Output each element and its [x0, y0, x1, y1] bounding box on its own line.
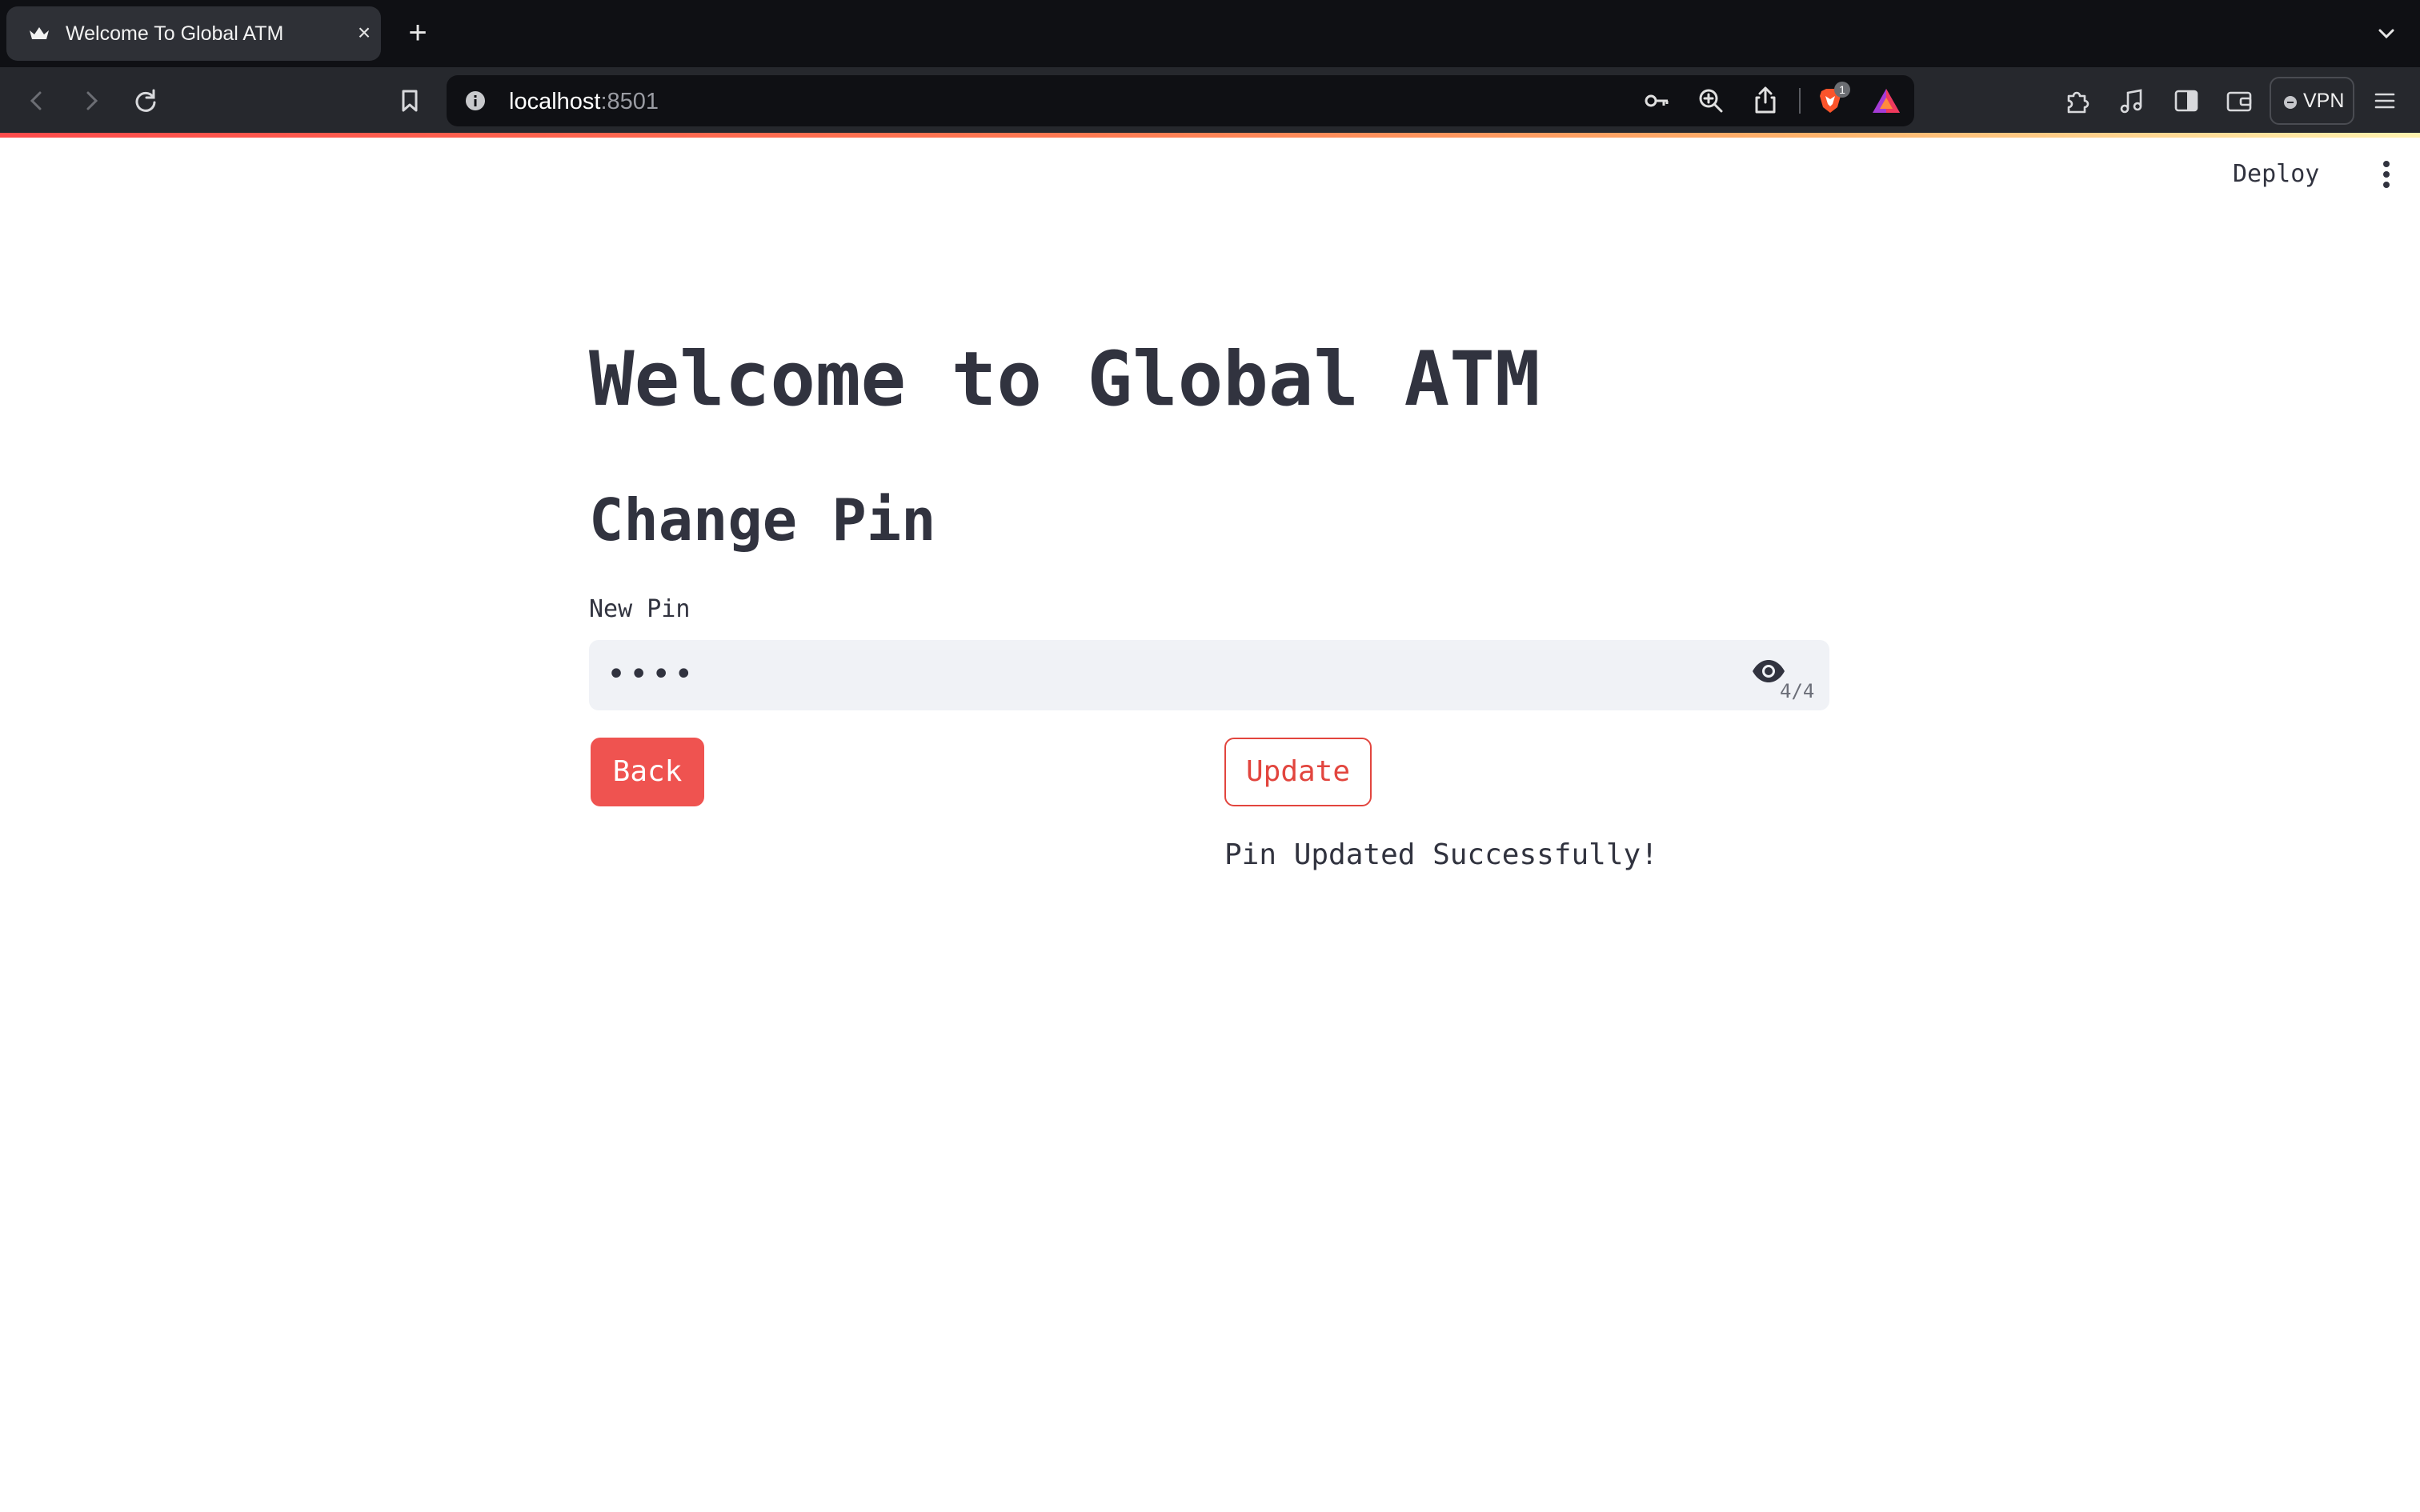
back-icon[interactable]: [19, 83, 54, 118]
vpn-label: VPN: [2303, 90, 2345, 112]
extensions-icon[interactable]: [2060, 83, 2095, 118]
new-pin-label: New Pin: [589, 595, 691, 623]
tab-close-icon[interactable]: ×: [352, 21, 376, 45]
forward-icon[interactable]: [74, 83, 109, 118]
streamlit-decoration-bar: [0, 133, 2420, 138]
url-host: localhost: [509, 89, 601, 114]
vpn-button[interactable]: VPN: [2270, 77, 2354, 125]
char-counter: 4/4: [1780, 680, 1815, 702]
browser-tab-bar: Welcome To Global ATM × +: [0, 0, 2420, 67]
new-tab-button[interactable]: +: [402, 17, 434, 50]
main-menu-icon[interactable]: [2369, 157, 2404, 192]
wallet-icon[interactable]: [2222, 83, 2257, 118]
section-heading: Change Pin: [589, 486, 936, 554]
back-button[interactable]: Back: [591, 738, 704, 806]
key-icon[interactable]: [1642, 86, 1671, 115]
deploy-button[interactable]: Deploy: [2233, 157, 2319, 192]
vpn-status-icon: [2284, 96, 2297, 109]
share-icon[interactable]: [1751, 85, 1780, 115]
pin-masked-value: ••••: [607, 656, 697, 693]
shields-badge: 1: [1834, 82, 1850, 98]
zoom-icon[interactable]: [1697, 86, 1725, 115]
bookmark-icon[interactable]: [392, 83, 427, 118]
browser-toolbar: localhost:8501 1 VPN: [0, 67, 2420, 134]
browser-tab[interactable]: Welcome To Global ATM ×: [6, 6, 381, 61]
update-button[interactable]: Update: [1224, 738, 1372, 806]
brave-rewards-icon[interactable]: [1871, 86, 1901, 115]
address-bar[interactable]: localhost:8501 1: [447, 75, 1914, 126]
site-info-icon[interactable]: [464, 90, 487, 112]
streamlit-crown-icon: [30, 27, 49, 39]
media-icon[interactable]: [2114, 83, 2150, 118]
url-port: :8501: [600, 89, 659, 114]
url-text: localhost:8501: [509, 89, 659, 115]
tab-title: Welcome To Global ATM: [66, 22, 284, 45]
new-pin-input[interactable]: •••• 4/4: [589, 640, 1829, 710]
status-message: Pin Updated Successfully!: [1224, 838, 1658, 871]
page-title: Welcome to Global ATM: [589, 336, 1541, 423]
divider: [1799, 88, 1801, 114]
reload-icon[interactable]: [128, 83, 163, 118]
chevron-down-icon[interactable]: [2370, 18, 2402, 50]
menu-icon[interactable]: [2367, 83, 2402, 118]
sidebar-icon[interactable]: [2169, 83, 2204, 118]
